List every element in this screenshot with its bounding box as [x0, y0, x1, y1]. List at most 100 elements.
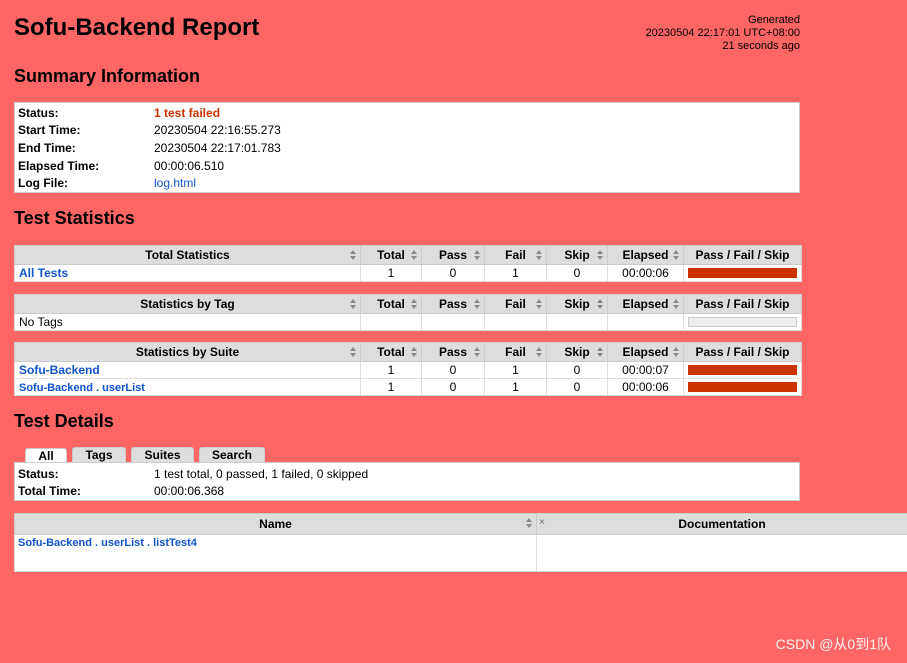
elapsed-value: 00:00:06 [607, 264, 684, 282]
sort-icon [474, 347, 481, 357]
suite-statistics-table: Statistics by Suite Total Pass Fail Skip… [14, 342, 802, 396]
col-total-statistics[interactable]: Total Statistics [14, 245, 361, 265]
status-value: 1 test failed [154, 105, 221, 120]
col-fail[interactable]: Fail [484, 245, 547, 265]
col-elapsed[interactable]: Elapsed [607, 342, 684, 362]
sort-icon [411, 347, 418, 357]
sort-icon [673, 250, 680, 260]
sort-icon [526, 518, 533, 528]
generated-ago: 21 seconds ago [722, 40, 800, 52]
statistics-heading: Test Statistics [14, 208, 135, 228]
fail-value: 1 [484, 378, 547, 396]
sort-icon [350, 299, 357, 309]
col-total[interactable]: Total [360, 245, 422, 265]
col-elapsed[interactable]: Elapsed [607, 294, 684, 314]
col-documentation[interactable]: × Documentation [536, 513, 907, 535]
summary-row-end: End Time: 20230504 22:17:01.783 [15, 139, 799, 157]
log-file-link[interactable]: log.html [154, 176, 196, 190]
total-value: 1 [360, 378, 422, 396]
col-elapsed[interactable]: Elapsed [607, 245, 684, 265]
sort-icon [350, 250, 357, 260]
sort-icon [673, 347, 680, 357]
col-pass[interactable]: Pass [421, 342, 485, 362]
sort-icon [597, 299, 604, 309]
col-pass[interactable]: Pass [421, 294, 485, 314]
details-status-label: Status: [18, 466, 59, 481]
end-time-label: End Time: [18, 140, 76, 155]
stat-row-no-tags: No Tags [14, 313, 802, 331]
col-pass[interactable]: Pass [421, 245, 485, 265]
stat-row-suite: Sofu-Backend 1 0 1 0 00:00:07 [14, 361, 802, 379]
watermark: CSDN @从0到1队 [775, 636, 891, 652]
total-statistics-table: Total Statistics Total Pass Fail Skip El… [14, 245, 802, 282]
skip-value: 0 [546, 361, 608, 379]
col-total[interactable]: Total [360, 342, 422, 362]
total-value: 1 [360, 361, 422, 379]
col-total[interactable]: Total [360, 294, 422, 314]
col-pass-fail-skip: Pass / Fail / Skip [683, 294, 802, 314]
details-heading: Test Details [14, 411, 114, 431]
sort-icon [536, 250, 543, 260]
details-summary: Status: 1 test total, 0 passed, 1 failed… [14, 462, 800, 501]
elapsed-value: 00:00:07 [607, 361, 684, 379]
start-time-value: 20230504 22:16:55.273 [154, 123, 281, 138]
col-skip[interactable]: Skip [546, 342, 608, 362]
sort-icon [411, 299, 418, 309]
sort-icon [474, 299, 481, 309]
sort-icon [474, 250, 481, 260]
stat-row-suite: Sofu-Backend . userList 1 0 1 0 00:00:06 [14, 378, 802, 396]
summary-row-elapsed: Elapsed Time: 00:00:06.510 [15, 157, 799, 175]
col-statistics-by-suite[interactable]: Statistics by Suite [14, 342, 361, 362]
status-label: Status: [18, 105, 59, 120]
tab-tags[interactable]: Tags [72, 447, 126, 463]
pass-value: 0 [421, 264, 485, 282]
suite-link-userlist[interactable]: Sofu-Backend . userList [19, 382, 145, 394]
pass-value: 0 [421, 378, 485, 396]
end-time-value: 20230504 22:17:01.783 [154, 140, 281, 155]
sort-icon [536, 299, 543, 309]
sort-icon [597, 250, 604, 260]
elapsed-time-value: 00:00:06.510 [154, 158, 225, 173]
suite-link-sofu-backend[interactable]: Sofu-Backend [19, 363, 100, 377]
documentation-cell [536, 534, 907, 572]
summary-row-status: Status: 1 test failed [15, 104, 799, 122]
summary-heading: Summary Information [14, 66, 201, 86]
summary-row-start: Start Time: 20230504 22:16:55.273 [15, 122, 799, 140]
test-details-table: Name × Documentation Sofu-Backend . userL… [14, 513, 907, 572]
col-fail[interactable]: Fail [484, 294, 547, 314]
col-fail[interactable]: Fail [484, 342, 547, 362]
start-time-label: Start Time: [18, 123, 81, 138]
col-statistics-by-tag[interactable]: Statistics by Tag [14, 294, 361, 314]
details-time-value: 00:00:06.368 [154, 484, 225, 499]
fail-bar [688, 382, 797, 392]
details-status-value: 1 test total, 0 passed, 1 failed, 0 skip… [154, 466, 369, 481]
col-skip[interactable]: Skip [546, 245, 608, 265]
all-tests-link[interactable]: All Tests [19, 266, 68, 280]
skip-value: 0 [546, 264, 608, 282]
tab-search[interactable]: Search [199, 447, 265, 463]
sort-icon [350, 347, 357, 357]
sort-icon [536, 347, 543, 357]
fail-value: 1 [484, 264, 547, 282]
close-icon[interactable]: × [539, 517, 545, 528]
elapsed-value: 00:00:06 [607, 378, 684, 396]
generated-info: Generated 20230504 22:17:01 UTC+08:00 21… [646, 14, 800, 53]
fail-value: 1 [484, 361, 547, 379]
total-value: 1 [360, 264, 422, 282]
col-pass-fail-skip: Pass / Fail / Skip [683, 245, 802, 265]
no-tags-label: No Tags [14, 313, 361, 331]
tag-statistics-table: Statistics by Tag Total Pass Fail Skip E… [14, 294, 802, 331]
skip-value: 0 [546, 378, 608, 396]
generated-label: Generated [748, 14, 800, 26]
test-link[interactable]: Sofu-Backend . userList . listTest4 [18, 537, 197, 549]
empty-bar [688, 317, 797, 327]
test-row: Sofu-Backend . userList . listTest4 [14, 534, 907, 572]
col-skip[interactable]: Skip [546, 294, 608, 314]
col-name[interactable]: Name [14, 513, 537, 535]
sort-icon [597, 347, 604, 357]
details-time-label: Total Time: [18, 484, 81, 499]
generated-datetime: 20230504 22:17:01 UTC+08:00 [645, 27, 800, 39]
tab-suites[interactable]: Suites [131, 447, 194, 463]
elapsed-time-label: Elapsed Time: [18, 158, 100, 173]
fail-bar [688, 268, 797, 278]
